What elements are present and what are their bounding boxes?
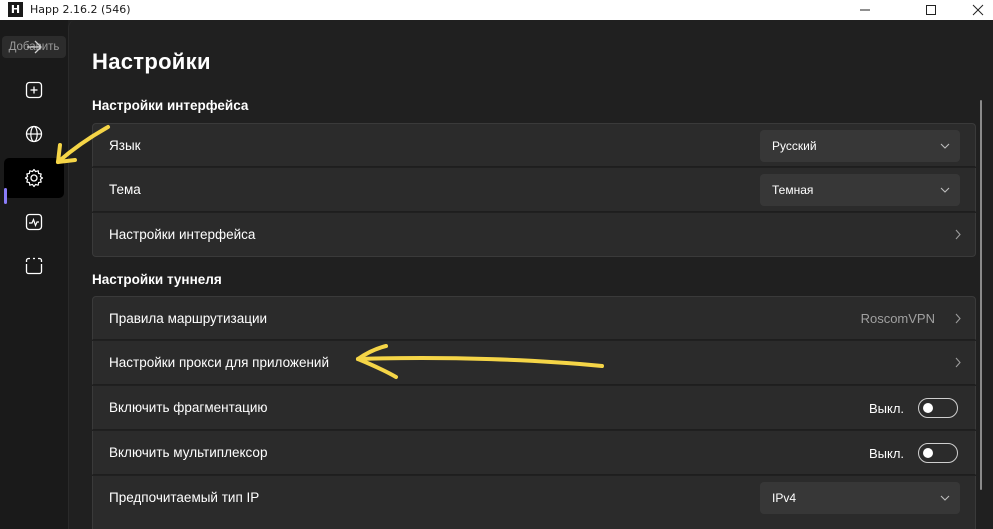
interface-settings-label: Настройки интерфейса bbox=[109, 227, 256, 242]
language-label: Язык bbox=[109, 138, 141, 153]
arrow-right-icon bbox=[27, 40, 42, 54]
fragmentation-label: Включить фрагментацию bbox=[109, 400, 268, 415]
section-title-interface: Настройки интерфейса bbox=[92, 98, 249, 113]
title-bar: H Happ 2.16.2 (546) bbox=[0, 0, 993, 20]
multiplexer-toggle[interactable] bbox=[918, 443, 958, 463]
minimize-icon bbox=[860, 9, 870, 11]
sidebar-item-scanner[interactable] bbox=[4, 246, 64, 286]
multiplexer-label: Включить мультиплексор bbox=[109, 445, 268, 460]
minimize-button[interactable] bbox=[842, 0, 888, 20]
routing-rules-row[interactable]: Правила маршрутизации RoscomVPN bbox=[92, 296, 976, 340]
toggle-knob bbox=[923, 448, 933, 458]
fragmentation-row: Включить фрагментацию Выкл. bbox=[92, 386, 976, 430]
maximize-icon bbox=[926, 5, 936, 15]
multiplexer-state: Выкл. bbox=[869, 446, 905, 461]
toggle-knob bbox=[923, 403, 933, 413]
fragmentation-toggle[interactable] bbox=[918, 398, 958, 418]
app-logo: H bbox=[8, 2, 23, 17]
language-value: Русский bbox=[772, 139, 817, 153]
activity-chart-icon bbox=[25, 213, 43, 231]
language-row: Язык Русский bbox=[92, 123, 976, 167]
gear-icon bbox=[24, 168, 44, 188]
sidebar-item-servers[interactable] bbox=[4, 114, 64, 154]
app-proxy-label: Настройки прокси для приложений bbox=[109, 355, 330, 370]
close-icon bbox=[972, 4, 984, 16]
chevron-down-icon bbox=[940, 143, 950, 149]
maximize-button[interactable] bbox=[908, 0, 954, 20]
scan-frame-icon bbox=[25, 257, 43, 275]
theme-row: Тема Темная bbox=[92, 168, 976, 212]
routing-rules-value: RoscomVPN bbox=[860, 311, 935, 326]
ip-type-value: IPv4 bbox=[772, 491, 797, 505]
ip-type-dropdown[interactable]: IPv4 bbox=[760, 482, 960, 514]
chevron-down-icon bbox=[940, 187, 950, 193]
chevron-right-icon bbox=[955, 313, 961, 324]
multiplexer-row: Включить мультиплексор Выкл. bbox=[92, 431, 976, 475]
scrollbar[interactable] bbox=[980, 100, 982, 490]
chevron-right-icon bbox=[955, 357, 961, 368]
section-title-tunnel: Настройки туннеля bbox=[92, 272, 222, 287]
plus-square-icon bbox=[25, 81, 43, 99]
ip-type-row: Предпочитаемый тип IP IPv4 bbox=[92, 476, 976, 529]
ip-type-label: Предпочитаемый тип IP bbox=[109, 490, 260, 505]
theme-label: Тема bbox=[109, 182, 141, 197]
sidebar-item-statistics[interactable] bbox=[4, 202, 64, 242]
globe-icon bbox=[25, 125, 43, 143]
sidebar: Добавить bbox=[0, 20, 68, 529]
app-proxy-row[interactable]: Настройки прокси для приложений bbox=[92, 341, 976, 385]
chevron-right-icon bbox=[955, 229, 961, 240]
language-dropdown[interactable]: Русский bbox=[760, 130, 960, 162]
theme-dropdown[interactable]: Темная bbox=[760, 174, 960, 206]
theme-value: Темная bbox=[772, 183, 814, 197]
page-title: Настройки bbox=[92, 49, 211, 74]
sidebar-item-add-profile[interactable] bbox=[4, 70, 64, 110]
window-title: Happ 2.16.2 (546) bbox=[30, 3, 131, 16]
add-button[interactable]: Добавить bbox=[2, 36, 66, 58]
interface-settings-row[interactable]: Настройки интерфейса bbox=[92, 213, 976, 257]
routing-rules-label: Правила маршрутизации bbox=[109, 311, 268, 326]
chevron-down-icon bbox=[940, 495, 950, 501]
close-button[interactable] bbox=[955, 0, 993, 20]
sidebar-item-settings[interactable] bbox=[4, 158, 64, 198]
fragmentation-state: Выкл. bbox=[869, 401, 905, 416]
